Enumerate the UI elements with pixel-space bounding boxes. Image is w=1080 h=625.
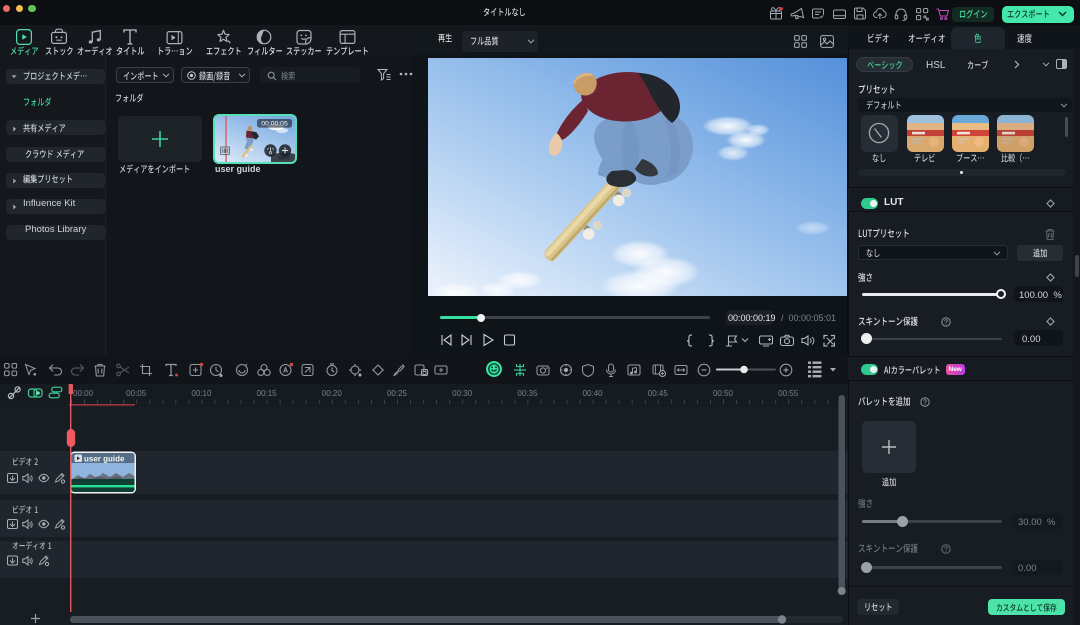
svg-text:user guide: user guide [84, 455, 125, 464]
svg-text:00:00:05: 00:00:05 [261, 121, 288, 128]
